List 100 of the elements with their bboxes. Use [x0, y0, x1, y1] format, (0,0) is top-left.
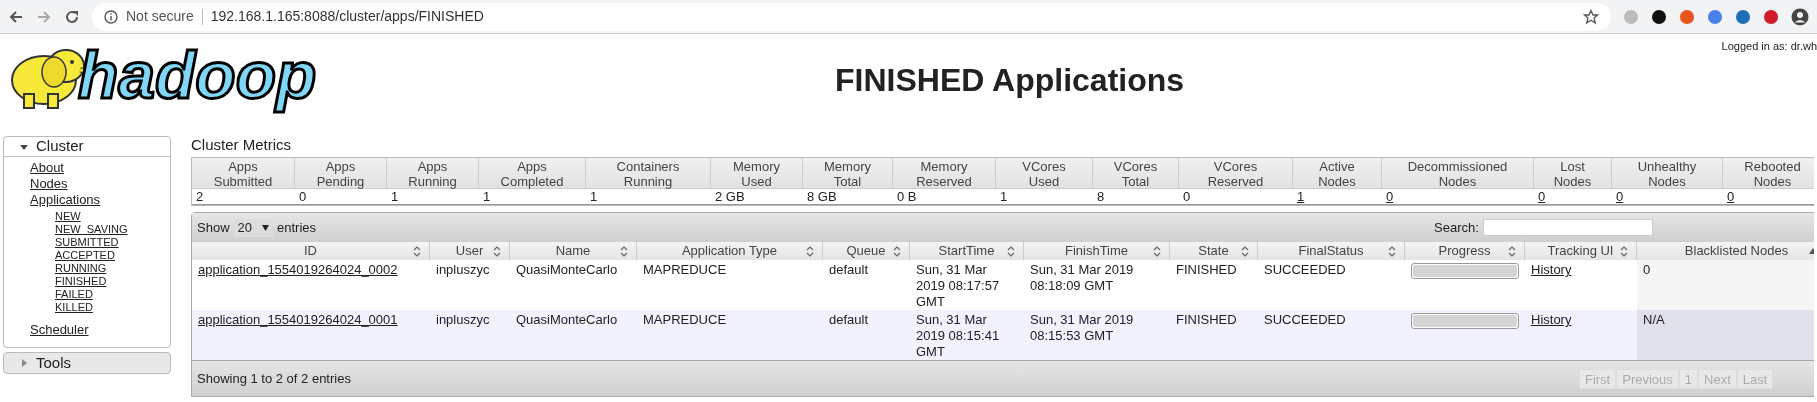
column-header: VCores Total: [1093, 158, 1179, 189]
metric-link[interactable]: 0: [1538, 189, 1546, 204]
column-header: Apps Completed: [479, 158, 586, 189]
metric-value: 8: [1097, 189, 1105, 204]
metric-value: 1: [483, 189, 491, 204]
sidebar-link[interactable]: Nodes: [30, 176, 68, 191]
section-header[interactable]: Cluster: [4, 137, 170, 157]
address-bar[interactable]: Not secure 192.168.1.165:8088/cluster/apps/FINISHED: [92, 2, 1611, 31]
application-link[interactable]: application_1554019264024_0001: [198, 312, 398, 327]
profile-icon[interactable]: [1791, 7, 1809, 26]
page-size-select[interactable]: 20: [233, 218, 273, 237]
final-status-cell-text: SUCCEEDED: [1263, 311, 1347, 329]
info-icon[interactable]: [104, 9, 118, 24]
column-header: Lost Nodes: [1534, 158, 1612, 189]
caret-icon: [20, 142, 28, 151]
history-link[interactable]: History: [1531, 312, 1572, 327]
column-header[interactable]: Name: [510, 242, 637, 260]
state-cell-text: FINISHED: [1175, 261, 1238, 279]
blacklisted-cell: 0: [1637, 260, 1814, 310]
type-cell-text: MAPREDUCE: [642, 261, 728, 279]
column-header: Memory Total: [803, 158, 893, 189]
metric-link[interactable]: 0: [1727, 189, 1735, 204]
column-header[interactable]: Blacklisted Nodes: [1637, 242, 1814, 260]
user-cell-text: inpluszyc: [435, 261, 491, 279]
sidebar-sublink[interactable]: FAILED: [55, 288, 170, 301]
user-cell-text: inpluszyc: [435, 311, 491, 329]
history-link[interactable]: History: [1531, 262, 1572, 277]
blacklisted-cell: N/A: [1637, 310, 1814, 360]
login-text: Logged in as: dr.wh: [1721, 39, 1817, 54]
column-header: VCores Used: [996, 158, 1093, 189]
sidebar-sublink[interactable]: NEW: [55, 210, 170, 223]
queue-cell-text: default: [828, 311, 870, 329]
queue-cell-text: default: [828, 261, 870, 279]
caret-icon: [20, 359, 28, 367]
start-time-cell-text: Sun, 31 Mar 2019 08:15:41 GMT: [915, 311, 1001, 360]
search-label: Search:: [1434, 218, 1479, 237]
show-label: Show: [197, 218, 230, 237]
column-header[interactable]: Tracking UI: [1525, 242, 1637, 260]
section-header[interactable]: Tools: [4, 353, 170, 373]
url-text: 192.168.1.165:8088/cluster/apps/FINISHED: [210, 7, 484, 26]
finish-time-cell-text: Sun, 31 Mar 2019 08:15:53 GMT: [1029, 311, 1135, 345]
column-header: Decommissioned Nodes: [1382, 158, 1534, 189]
section-title: Cluster Metrics: [191, 136, 292, 154]
metric-link[interactable]: 1: [1297, 189, 1305, 204]
finish-time-cell-text: Sun, 31 Mar 2019 08:18:09 GMT: [1029, 261, 1135, 295]
metric-value: 1: [590, 189, 598, 204]
metric-value: 0 B: [897, 189, 917, 204]
column-header: Memory Reserved: [893, 158, 996, 189]
metric-link[interactable]: 0: [1386, 189, 1394, 204]
entries-info: Showing 1 to 2 of 2 entries: [197, 369, 351, 388]
sidebar-sublink[interactable]: RUNNING: [55, 262, 170, 275]
column-header: Apps Submitted: [192, 158, 295, 189]
sidebar-sublink[interactable]: NEW_SAVING: [55, 223, 170, 236]
search-field[interactable]: [1482, 219, 1653, 236]
metric-link[interactable]: 0: [1616, 189, 1624, 204]
column-header: VCores Reserved: [1179, 158, 1293, 189]
column-header: Containers Running: [586, 158, 711, 189]
metric-value: 8 GB: [807, 189, 837, 204]
column-header[interactable]: Application Type: [637, 242, 823, 260]
metric-value: 1: [391, 189, 399, 204]
page-title: FINISHED Applications: [835, 61, 1185, 100]
security-label: Not secure: [126, 7, 194, 26]
sidebar-link[interactable]: About: [30, 160, 64, 175]
column-header[interactable]: ID: [192, 242, 430, 260]
column-header: Memory Used: [711, 158, 803, 189]
metric-value: 0: [1183, 189, 1191, 204]
column-header: Apps Running: [387, 158, 479, 189]
column-header[interactable]: State: [1170, 242, 1258, 260]
start-time-cell-text: Sun, 31 Mar 2019 08:17:57 GMT: [915, 261, 1001, 310]
name-cell-text: QuasiMonteCarlo: [515, 311, 619, 329]
column-header[interactable]: Queue: [823, 242, 910, 260]
metric-value: 1: [1000, 189, 1008, 204]
metric-value: 0: [299, 189, 307, 204]
metric-value: 2 GB: [715, 189, 745, 204]
column-header[interactable]: StartTime: [910, 242, 1024, 260]
entries-label: entries: [277, 218, 317, 237]
back-icon[interactable]: [8, 8, 24, 25]
column-header: Rebooted Nodes: [1723, 158, 1814, 189]
reload-icon[interactable]: [64, 8, 80, 25]
state-cell-text: FINISHED: [1175, 311, 1238, 329]
sidebar-link[interactable]: Scheduler: [30, 322, 89, 337]
column-header: Unhealthy Nodes: [1612, 158, 1723, 189]
sidebar-sublink[interactable]: SUBMITTED: [55, 236, 170, 249]
column-header[interactable]: User: [430, 242, 510, 260]
dropdown-icon: [262, 224, 269, 231]
final-status-cell-text: SUCCEEDED: [1263, 261, 1347, 279]
sidebar-sublink[interactable]: FINISHED: [55, 275, 170, 288]
type-cell-text: MAPREDUCE: [642, 311, 728, 329]
column-header: Active Nodes: [1293, 158, 1382, 189]
sidebar-sublink[interactable]: KILLED: [55, 301, 170, 314]
column-header[interactable]: Progress: [1405, 242, 1525, 260]
sidebar-link[interactable]: Applications: [30, 192, 101, 207]
metric-value: 2: [196, 189, 204, 204]
column-header[interactable]: FinishTime: [1024, 242, 1170, 260]
column-header[interactable]: FinalStatus: [1258, 242, 1405, 260]
column-header: Apps Pending: [295, 158, 387, 189]
sidebar-sublink[interactable]: ACCEPTED: [55, 249, 170, 262]
star-icon[interactable]: [1583, 8, 1599, 25]
application-link[interactable]: application_1554019264024_0002: [198, 262, 398, 277]
name-cell-text: QuasiMonteCarlo: [515, 261, 619, 279]
